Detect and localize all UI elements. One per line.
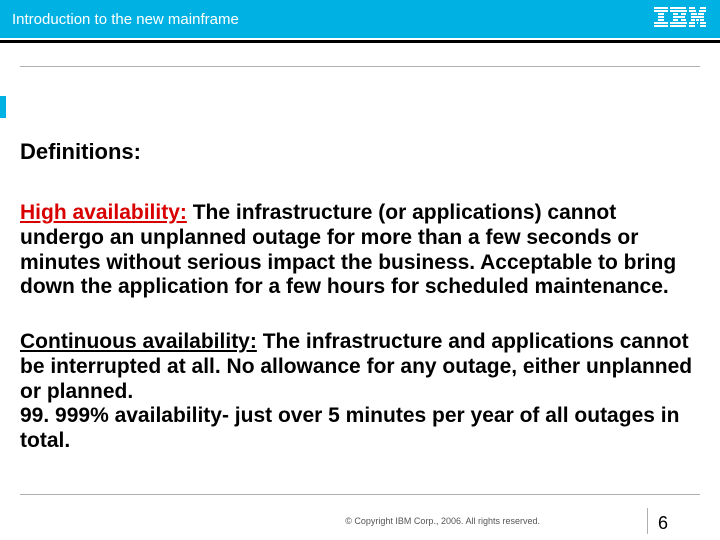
section-title: Definitions:	[20, 139, 696, 165]
body-continuous-availability-2: 99. 999% availability- just over 5 minut…	[20, 404, 679, 452]
header-title: Introduction to the new mainframe	[12, 11, 239, 28]
ibm-logo-icon	[654, 7, 706, 32]
slide-content: Definitions: High availability: The infr…	[0, 139, 720, 454]
footer-divider	[20, 494, 700, 495]
side-tab	[0, 96, 6, 118]
header-underline	[0, 40, 720, 43]
term-high-availability: High availability:	[20, 201, 187, 224]
page-number: 6	[658, 513, 668, 534]
paragraph-ha: High availability: The infrastructure (o…	[20, 201, 696, 300]
page-number-separator	[647, 508, 648, 534]
paragraph-ca: Continuous availability: The infrastruct…	[20, 330, 696, 454]
top-divider	[20, 66, 700, 67]
copyright-text: © Copyright IBM Corp., 2006. All rights …	[345, 516, 540, 526]
term-continuous-availability: Continuous availability:	[20, 330, 257, 353]
header-bar: Introduction to the new mainframe	[0, 0, 720, 38]
